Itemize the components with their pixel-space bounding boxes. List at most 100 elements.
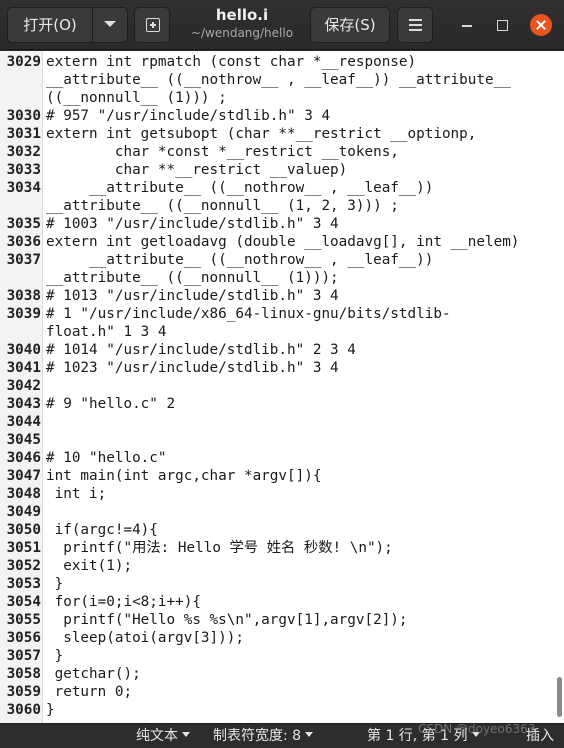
code-line[interactable]: 3054 for(i=0;i<8;i++){ [0,593,552,611]
line-number: 3037 [6,252,41,268]
language-label: 纯文本 [136,728,178,744]
code-line[interactable]: 3032 char *const *__restrict __tokens, [0,143,552,161]
code-line[interactable]: 3043 # 9 "hello.c" 2 [0,395,552,413]
line-text: extern int rpmatch (const char *__respon… [46,54,417,70]
code-line[interactable]: ((__nonnull__ (1))) ; [0,89,552,107]
code-line[interactable]: 3038 # 1013 "/usr/include/stdlib.h" 3 4 [0,287,552,305]
line-number: 3032 [6,144,41,160]
line-text: # 1013 "/usr/include/stdlib.h" 3 4 [46,288,339,304]
code-line[interactable]: 3057 } [0,647,552,665]
code-line[interactable]: 3044 [0,413,552,431]
line-text: ((__nonnull__ (1))) ; [46,90,227,106]
tab-width-label: 制表符宽度: 8 [213,728,302,744]
code-line[interactable]: __attribute__ ((__nonnull__ (1))); [0,269,552,287]
line-number: 3050 [6,522,41,538]
line-number: 3043 [6,396,41,412]
code-line[interactable]: __attribute__ ((__nonnull__ (1, 2, 3))) … [0,197,552,215]
line-text: # 10 "hello.c" [46,450,167,466]
line-text: return 0; [46,684,133,700]
code-line[interactable]: 3048 int i; [0,485,552,503]
line-text: if(argc!=4){ [46,522,158,538]
chevron-down-icon [182,732,190,737]
code-line[interactable]: 3029 extern int rpmatch (const char *__re… [0,53,552,71]
hamburger-menu-icon [409,19,422,34]
code-line[interactable]: 3037 __attribute__ ((__nothrow__ , __lea… [0,251,552,269]
line-number: 3053 [6,576,41,592]
code-line[interactable]: 3035 # 1003 "/usr/include/stdlib.h" 3 4 [0,215,552,233]
code-line[interactable]: 3059 return 0; [0,683,552,701]
code-line[interactable]: __attribute__ ((__nothrow__ , __leaf__))… [0,71,552,89]
code-line[interactable]: 3047 int main(int argc,char *argv[]){ [0,467,552,485]
new-document-button[interactable] [134,7,170,43]
code-line[interactable]: 3046 # 10 "hello.c" [0,449,552,467]
line-number: 3035 [6,216,41,232]
line-text: } [46,576,64,592]
line-text: __attribute__ ((__nothrow__ , __leaf__)) [46,252,434,268]
line-text: exit(1); [46,558,133,574]
line-number: 3060 [6,702,41,718]
code-line[interactable]: 3034 __attribute__ ((__nothrow__ , __lea… [0,179,552,197]
open-dropdown-button[interactable] [92,7,128,43]
line-text: __attribute__ ((__nonnull__ (1, 2, 3))) … [46,198,399,214]
line-number: 3029 [6,54,41,70]
line-text: extern int getloadavg (double __loadavg[… [46,234,520,250]
line-number: 3059 [6,684,41,700]
line-number: 3047 [6,468,41,484]
vertical-scrollbar[interactable] [554,51,564,723]
line-text: int i; [46,486,107,502]
code-line[interactable]: 3049 [0,503,552,521]
window-title: hello.i [215,6,269,24]
close-button[interactable] [530,14,552,36]
line-number: 3042 [6,378,41,394]
line-text: sleep(atoi(argv[3])); [46,630,244,646]
chevron-down-icon [104,21,116,27]
line-number: 3044 [6,414,41,430]
line-text: printf("用法: Hello 学号 姓名 秒数! \n"); [46,540,393,556]
code-line[interactable]: 3033 char **__restrict __valuep) [0,161,552,179]
window-title-area: hello.i ~/wendang/hello [180,6,304,41]
code-line[interactable]: 3058 getchar(); [0,665,552,683]
code-line[interactable]: float.h" 1 3 4 [0,323,552,341]
line-number: 3045 [6,432,41,448]
menu-button[interactable] [397,7,433,43]
line-text: char **__restrict __valuep) [46,162,348,178]
code-line[interactable]: 3036 extern int getloadavg (double __load… [0,233,552,251]
minimize-button[interactable] [456,14,478,36]
line-number: 3031 [6,126,41,142]
code-line[interactable]: 3056 sleep(atoi(argv[3])); [0,629,552,647]
line-number: 3046 [6,450,41,466]
line-text: int main(int argc,char *argv[]){ [46,468,322,484]
code-line[interactable]: 3052 exit(1); [0,557,552,575]
code-line[interactable]: 3040 # 1014 "/usr/include/stdlib.h" 2 3 4 [0,341,552,359]
language-selector[interactable]: 纯文本 [136,724,190,748]
code-line[interactable]: 3060} [0,701,552,719]
line-text: char *const *__restrict __tokens, [46,144,399,160]
line-number: 3034 [6,180,41,196]
save-button[interactable]: 保存(S) [310,7,390,43]
text-editor[interactable]: 3029 extern int rpmatch (const char *__re… [0,51,564,723]
code-line[interactable]: 3045 [0,431,552,449]
maximize-button[interactable] [491,14,513,36]
tab-width-selector[interactable]: 制表符宽度: 8 [213,724,314,748]
line-text: } [46,648,64,664]
line-number: 3039 [6,306,41,322]
code-line[interactable]: 3050 if(argc!=4){ [0,521,552,539]
line-number: 3052 [6,558,41,574]
code-line[interactable]: 3030 # 957 "/usr/include/stdlib.h" 3 4 [0,107,552,125]
line-number: 3058 [6,666,41,682]
code-line[interactable]: 3055 printf("Hello %s %s\n",argv[1],argv… [0,611,552,629]
line-text: # 1 "/usr/include/x86_64-linux-gnu/bits/… [46,306,451,322]
code-line[interactable]: 3031 extern int getsubopt (char **__restr… [0,125,552,143]
line-number: 3051 [6,540,41,556]
code-view[interactable]: 3029 extern int rpmatch (const char *__re… [0,53,552,719]
code-line[interactable]: 3051 printf("用法: Hello 学号 姓名 秒数! \n"); [0,539,552,557]
code-line[interactable]: 3053 } [0,575,552,593]
code-line[interactable]: 3041 # 1023 "/usr/include/stdlib.h" 3 4 [0,359,552,377]
scrollbar-thumb[interactable] [557,677,562,717]
line-text: # 1003 "/usr/include/stdlib.h" 3 4 [46,216,339,232]
code-line[interactable]: 3039 # 1 "/usr/include/x86_64-linux-gnu/b… [0,305,552,323]
open-button[interactable]: 打开(O) [7,7,93,43]
line-number: 3041 [6,360,41,376]
code-line[interactable]: 3042 [0,377,552,395]
line-text: getchar(); [46,666,141,682]
